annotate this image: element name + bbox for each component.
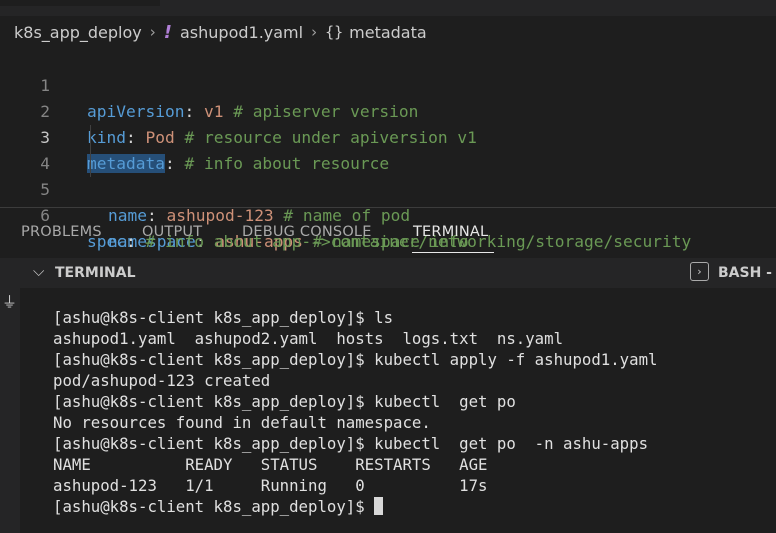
chevron-down-icon[interactable]: ⌵ <box>33 262 44 280</box>
tab-problems[interactable]: PROBLEMS <box>21 224 102 240</box>
code-line-active[interactable]: 3 metadata: # info about resource <box>0 99 776 173</box>
code-editor[interactable]: 1 apiVersion: v1 # apiserver version 2 k… <box>0 47 776 251</box>
indent-guide <box>90 151 91 177</box>
terminal-line: ashupod1.yaml ashupod2.yaml hosts logs.t… <box>53 329 564 348</box>
code-line[interactable]: 6 spec: # info about app-->container/net… <box>0 177 776 251</box>
editor-tab-strip <box>0 0 776 16</box>
tab-debug-console[interactable]: DEBUG CONSOLE <box>242 224 372 240</box>
terminal-line: NAME READY STATUS RESTARTS AGE <box>53 455 488 474</box>
terminal-line: No resources found in default namespace. <box>53 413 431 432</box>
terminal-cursor <box>374 497 384 515</box>
code-line[interactable]: 4 name: ashupod-123 # name of pod <box>0 125 776 225</box>
terminal-bash-icon[interactable]: › <box>690 262 709 281</box>
tab-output[interactable]: OUTPUT <box>142 224 202 240</box>
tab-terminal[interactable]: TERMINAL <box>413 224 488 240</box>
code-line[interactable]: 1 apiVersion: v1 # apiserver version <box>0 47 776 121</box>
terminal-output[interactable]: [ashu@k8s-client k8s_app_deploy]$ ls ash… <box>53 307 773 517</box>
terminal-line: ashupod-123 1/1 Running 0 17s <box>53 476 488 495</box>
indent-guide <box>90 125 91 151</box>
plug-icon[interactable]: ⏚ <box>2 291 17 312</box>
terminal-line: pod/ashupod-123 created <box>53 371 271 390</box>
panel-tab-bar: PROBLEMS OUTPUT DEBUG CONSOLE TERMINAL <box>0 208 776 258</box>
breadcrumb-folder[interactable]: k8s_app_deploy <box>14 23 142 42</box>
terminal-line: [ashu@k8s-client k8s_app_deploy]$ kubect… <box>53 392 516 411</box>
chevron-right-icon: › <box>149 23 156 41</box>
terminal-section-title: TERMINAL <box>55 265 136 281</box>
terminal-line: [ashu@k8s-client k8s_app_deploy]$ kubect… <box>53 350 658 369</box>
active-tab-edge <box>0 0 160 6</box>
terminal-prompt: [ashu@k8s-client k8s_app_deploy]$ <box>53 497 375 516</box>
terminal-prompt-line[interactable]: [ashu@k8s-client k8s_app_deploy]$ <box>53 496 773 517</box>
code-line[interactable]: 2 kind: Pod # resource under apiversion … <box>0 73 776 147</box>
active-tab-indicator <box>412 252 494 253</box>
braces-icon: {} <box>325 23 344 41</box>
yaml-file-icon: ! <box>163 21 172 43</box>
terminal-line: [ashu@k8s-client k8s_app_deploy]$ ls <box>53 308 394 327</box>
terminal-section-header[interactable]: ⌵ TERMINAL › BASH - <box>0 258 776 288</box>
breadcrumb-symbol[interactable]: metadata <box>349 23 427 42</box>
chevron-right-icon: › <box>311 23 318 41</box>
code-line[interactable]: 5 namespace: ashu-apps # namespace info <box>0 151 776 251</box>
terminal-shell-label[interactable]: BASH - <box>718 265 772 281</box>
panel-side-strip: › ⏚ <box>0 258 20 533</box>
breadcrumb-file[interactable]: ashupod1.yaml <box>180 23 303 42</box>
terminal-line: [ashu@k8s-client k8s_app_deploy]$ kubect… <box>53 434 649 453</box>
breadcrumb: k8s_app_deploy › ! ashupod1.yaml › {} me… <box>0 16 776 48</box>
